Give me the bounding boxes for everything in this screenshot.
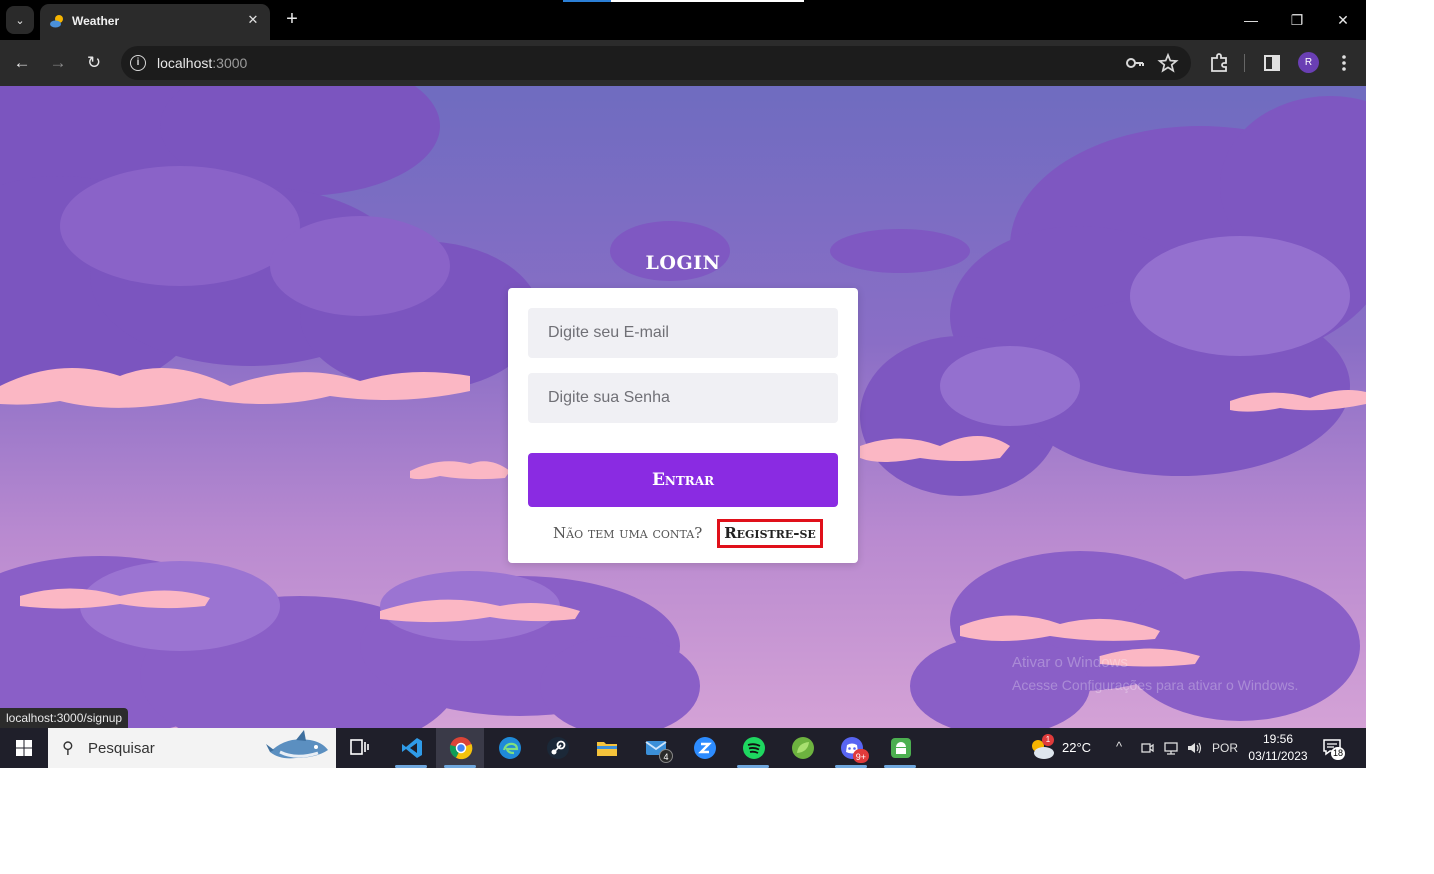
profile-avatar[interactable]: R — [1298, 52, 1319, 73]
running-indicator — [395, 765, 427, 768]
task-view-icon[interactable] — [348, 737, 372, 759]
vscode-icon — [402, 738, 422, 758]
clock-date: 03/11/2023 — [1248, 749, 1308, 763]
taskbar-file-explorer[interactable] — [582, 728, 630, 768]
login-title: LOGIN — [645, 252, 721, 274]
email-field[interactable] — [528, 308, 838, 358]
spotify-icon — [743, 737, 765, 759]
running-indicator — [737, 765, 769, 768]
windows-activation-watermark: Ativar o Windows Acesse Configurações pa… — [1012, 652, 1298, 696]
input-language[interactable]: POR — [1212, 741, 1238, 755]
plus-icon[interactable]: + — [281, 8, 303, 30]
steam-icon — [547, 737, 569, 759]
browser-tab-bar: ⌄ Weather ✕ + — ❐ ✕ — [0, 0, 1366, 40]
address-bar[interactable]: i localhost:3000 — [121, 46, 1191, 80]
close-icon[interactable]: ✕ — [244, 11, 262, 29]
password-key-icon[interactable] — [1124, 52, 1146, 74]
volume-icon[interactable] — [1186, 741, 1204, 755]
url-host: localhost — [157, 55, 213, 71]
clock[interactable]: 19:56 03/11/2023 — [1244, 731, 1312, 765]
meet-now-icon[interactable] — [1140, 741, 1154, 755]
chevron-up-icon[interactable]: ^ — [1116, 739, 1122, 754]
taskbar-edge[interactable] — [485, 728, 533, 768]
running-indicator — [444, 765, 476, 768]
taskbar-mail[interactable]: 4 — [631, 728, 679, 768]
screen: ⌄ Weather ✕ + — ❐ ✕ ← → ↻ i localhost:30… — [0, 0, 1366, 768]
shark-search-highlight-icon — [266, 730, 328, 759]
browser-toolbar: ← → ↻ i localhost:3000 R — [0, 40, 1366, 86]
side-panel-icon[interactable] — [1260, 51, 1284, 75]
watermark-line-2: Acesse Configurações para ativar o Windo… — [1012, 677, 1299, 693]
weather-temperature: 22°C — [1062, 740, 1092, 755]
taskbar: ⚲ Pesquisar 4 9+ 1 22°C ^ POR 19:56 03/1… — [0, 728, 1366, 768]
taskbar-search-box[interactable]: ⚲ Pesquisar — [48, 728, 336, 768]
minimize-icon[interactable]: — — [1239, 8, 1263, 32]
watermark-line-1: Ativar o Windows — [1012, 654, 1128, 671]
edge-icon — [499, 737, 521, 759]
taskbar-steam[interactable] — [533, 728, 581, 768]
toolbar-divider — [1244, 54, 1245, 72]
android-icon — [891, 738, 911, 758]
login-card: Entrar Não tem uma conta? Registre-se — [508, 288, 858, 563]
window-close-icon[interactable]: ✕ — [1331, 8, 1355, 32]
browser-tab[interactable]: Weather ✕ — [40, 4, 270, 40]
extensions-icon[interactable] — [1207, 51, 1231, 75]
signup-line: Não tem uma conta? Registre-se — [508, 519, 858, 548]
signup-prompt: Não tem uma conta? — [553, 524, 703, 542]
clock-time: 19:56 — [1262, 732, 1294, 746]
taskbar-spring-tool-suite[interactable] — [778, 728, 826, 768]
window-indicator-accent — [563, 0, 611, 2]
status-bar-url: localhost:3000/signup — [0, 708, 129, 728]
taskbar-zoom[interactable] — [680, 728, 728, 768]
taskbar-search-placeholder: Pesquisar — [88, 740, 155, 757]
folder-icon — [597, 742, 617, 756]
taskbar-discord[interactable]: 9+ — [827, 728, 875, 768]
back-arrow-icon[interactable]: ← — [10, 51, 34, 75]
search-icon: ⚲ — [62, 740, 74, 757]
running-indicator — [835, 765, 867, 768]
password-field[interactable] — [528, 373, 838, 423]
notification-count: 18 — [1331, 747, 1345, 760]
reload-icon[interactable]: ↻ — [82, 51, 106, 75]
page-viewport: LOGIN Entrar Não tem uma conta? Registre… — [0, 86, 1366, 728]
weather-alert-badge: 1 — [1042, 734, 1054, 746]
taskbar-chrome[interactable] — [436, 728, 484, 768]
leaf-icon — [792, 737, 814, 759]
tab-title: Weather — [72, 14, 120, 28]
running-indicator — [884, 765, 916, 768]
url-text[interactable]: localhost:3000 — [157, 55, 247, 71]
tab-search-icon[interactable]: ⌄ — [6, 6, 34, 34]
taskbar-vscode[interactable] — [387, 728, 435, 768]
forward-arrow-icon[interactable]: → — [46, 51, 70, 75]
windows-start-icon[interactable] — [0, 728, 48, 768]
bookmark-star-icon[interactable] — [1157, 52, 1179, 74]
kebab-menu-icon[interactable] — [1332, 51, 1356, 75]
network-icon[interactable] — [1163, 741, 1179, 755]
taskbar-spotify[interactable] — [729, 728, 777, 768]
zoom-icon — [694, 737, 716, 759]
signup-link[interactable]: Registre-se — [717, 519, 823, 548]
weather-favicon-icon — [50, 15, 63, 28]
discord-badge: 9+ — [852, 749, 869, 763]
url-port: :3000 — [212, 55, 248, 71]
weather-widget[interactable]: 1 22°C — [1028, 728, 1108, 768]
chrome-icon — [449, 737, 473, 760]
site-info-icon[interactable]: i — [130, 55, 146, 71]
taskbar-android-studio[interactable] — [876, 728, 924, 768]
restore-icon[interactable]: ❐ — [1285, 8, 1309, 32]
mail-badge: 4 — [659, 749, 673, 763]
login-button[interactable]: Entrar — [528, 453, 838, 507]
